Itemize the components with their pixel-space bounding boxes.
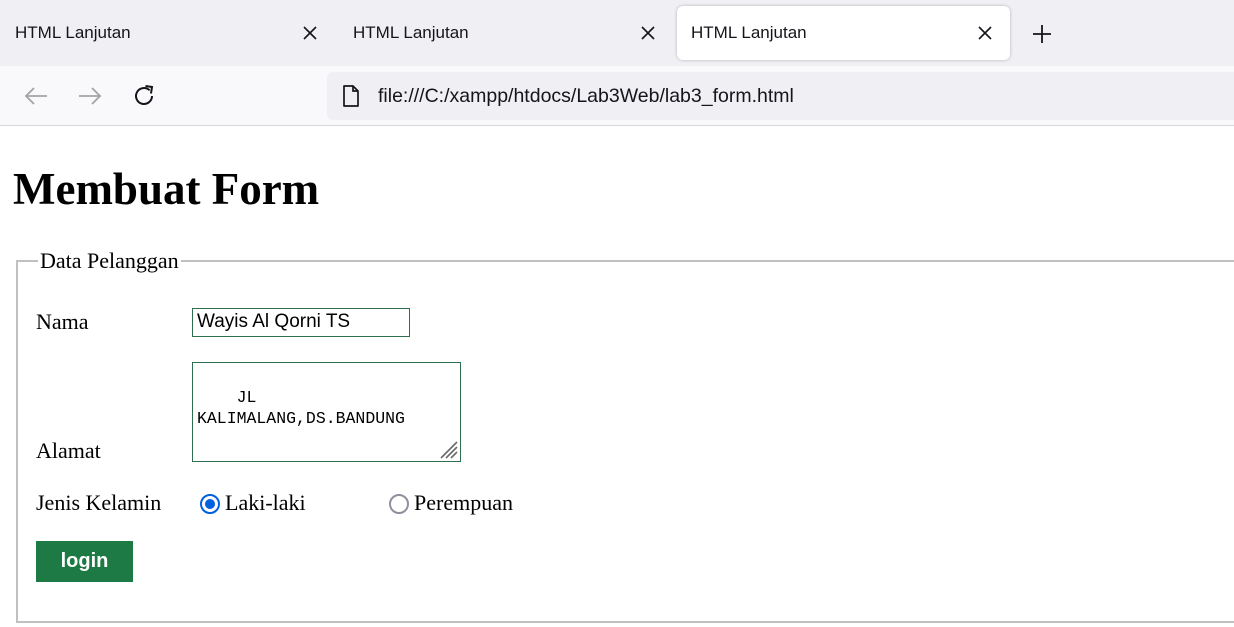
resize-grip-icon[interactable] <box>436 437 458 459</box>
radio-male[interactable] <box>200 494 220 514</box>
tab-3-active[interactable]: HTML Lanjutan <box>677 6 1010 60</box>
tab-title: HTML Lanjutan <box>691 23 807 42</box>
address-textarea[interactable]: JL KALIMALANG,DS.BANDUNG <box>192 362 461 462</box>
close-icon[interactable] <box>637 22 659 44</box>
name-input[interactable]: Wayis Al Qorni TS <box>192 308 410 337</box>
radio-female[interactable] <box>389 494 409 514</box>
reload-icon[interactable] <box>131 83 157 109</box>
tab-title: HTML Lanjutan <box>15 23 131 42</box>
tab-2[interactable]: HTML Lanjutan <box>339 6 673 60</box>
radio-female-label: Perempuan <box>414 490 513 515</box>
tab-1[interactable]: HTML Lanjutan <box>1 6 335 60</box>
address-value: JL KALIMALANG,DS.BANDUNG <box>197 388 405 428</box>
arrow-left-icon[interactable] <box>23 83 49 109</box>
page-title: Membuat Form <box>13 164 320 214</box>
tab-strip: HTML Lanjutan HTML Lanjutan HTML Lanjuta… <box>0 0 1234 66</box>
page-content: Membuat Form Data Pelanggan Nama Wayis A… <box>0 127 1234 627</box>
tab-title: HTML Lanjutan <box>353 23 469 42</box>
close-icon[interactable] <box>974 22 996 44</box>
url-bar[interactable]: file:///C:/xampp/htdocs/Lab3Web/lab3_for… <box>327 72 1234 120</box>
address-label: Alamat <box>36 438 101 463</box>
plus-icon[interactable] <box>1028 20 1056 48</box>
document-icon <box>341 85 361 107</box>
name-label: Nama <box>36 309 89 334</box>
login-button[interactable]: login <box>36 541 133 582</box>
navigation-bar: file:///C:/xampp/htdocs/Lab3Web/lab3_for… <box>0 66 1234 126</box>
radio-male-label: Laki-laki <box>225 490 306 515</box>
url-text: file:///C:/xampp/htdocs/Lab3Web/lab3_for… <box>378 84 794 107</box>
gender-label: Jenis Kelamin <box>36 490 162 515</box>
fieldset-legend: Data Pelanggan <box>38 248 181 274</box>
arrow-right-icon[interactable] <box>77 83 103 109</box>
close-icon[interactable] <box>299 22 321 44</box>
